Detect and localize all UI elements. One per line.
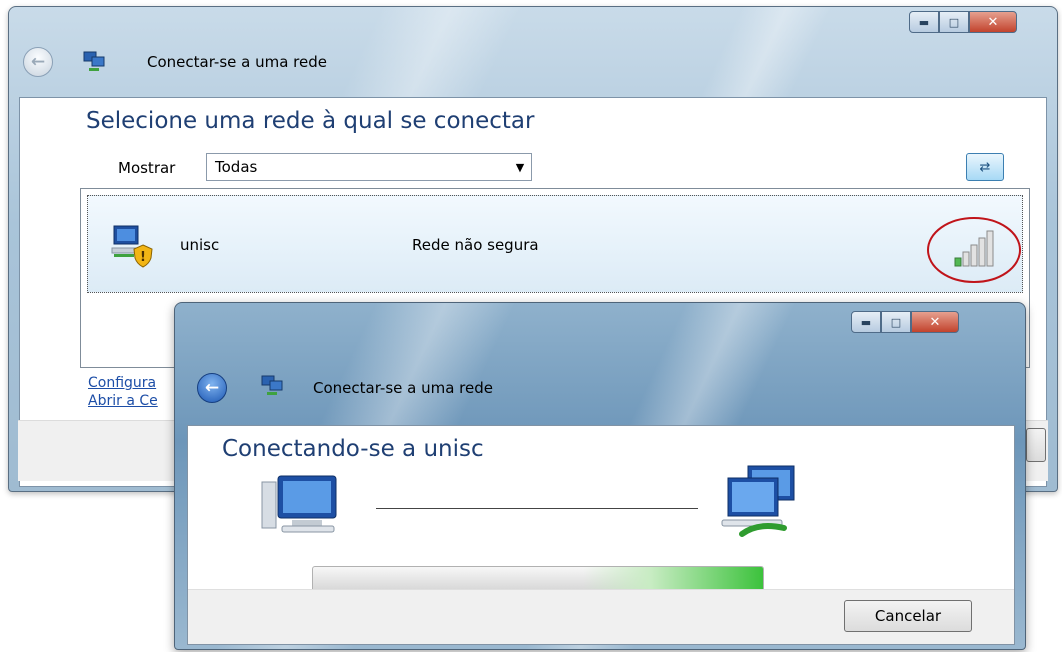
back-window-caption-buttons: ▬ □ ✕ xyxy=(909,11,1017,33)
refresh-button[interactable]: ⇄ xyxy=(966,153,1004,181)
show-label: Mostrar xyxy=(118,159,176,177)
front-window-title: Conectar-se a uma rede xyxy=(313,379,493,397)
network-list-item[interactable]: ! unisc Rede não segura xyxy=(87,195,1023,293)
page-heading: Selecione uma rede à qual se conectar xyxy=(86,108,535,134)
connection-line xyxy=(376,508,698,509)
close-button[interactable]: ✕ xyxy=(911,311,959,333)
front-window-caption-buttons: ▬ □ ✕ xyxy=(851,311,959,333)
settings-link[interactable]: Configura xyxy=(88,375,174,391)
signal-bar xyxy=(978,237,986,267)
maximize-button[interactable]: □ xyxy=(939,11,969,33)
show-filter-select[interactable]: Todas ▼ xyxy=(206,153,532,181)
computer-icon xyxy=(261,475,337,533)
network-status: Rede não segura xyxy=(412,236,539,254)
connecting-heading: Conectando-se a unisc xyxy=(222,436,484,462)
signal-bar xyxy=(954,257,962,267)
network-icon xyxy=(83,51,105,71)
progress-indicator xyxy=(313,567,763,591)
maximize-button[interactable]: □ xyxy=(881,311,911,333)
front-window-footer: Cancelar xyxy=(188,589,1014,644)
network-computers-icon xyxy=(721,465,795,537)
front-window-client: Conectando-se a unisc Cancelar xyxy=(187,425,1015,645)
back-window-title: Conectar-se a uma rede xyxy=(147,53,327,71)
signal-strength-icon xyxy=(927,217,1021,283)
network-name: unisc xyxy=(180,236,220,254)
show-filter-value: Todas xyxy=(215,158,258,176)
back-arrow-icon[interactable]: ← xyxy=(23,47,53,77)
close-button[interactable]: ✕ xyxy=(969,11,1017,33)
chevron-down-icon[interactable]: ▼ xyxy=(509,161,531,174)
cancel-button[interactable]: Cancelar xyxy=(844,600,972,632)
back-arrow-icon[interactable]: ← xyxy=(197,373,227,403)
svg-text:!: ! xyxy=(140,250,146,265)
signal-bar xyxy=(962,251,970,267)
network-center-link[interactable]: Abrir a Ce xyxy=(88,393,174,409)
network-icon xyxy=(261,375,283,395)
refresh-icon: ⇄ xyxy=(979,159,991,175)
security-shield-icon: ! xyxy=(133,244,153,268)
front-window: ▬ □ ✕ ← Conectar-se a uma rede Conectand… xyxy=(174,302,1026,650)
minimize-button[interactable]: ▬ xyxy=(851,311,881,333)
signal-bar xyxy=(970,244,978,267)
signal-bar xyxy=(986,230,994,267)
back-window-footer-button[interactable] xyxy=(1026,428,1046,462)
minimize-button[interactable]: ▬ xyxy=(909,11,939,33)
